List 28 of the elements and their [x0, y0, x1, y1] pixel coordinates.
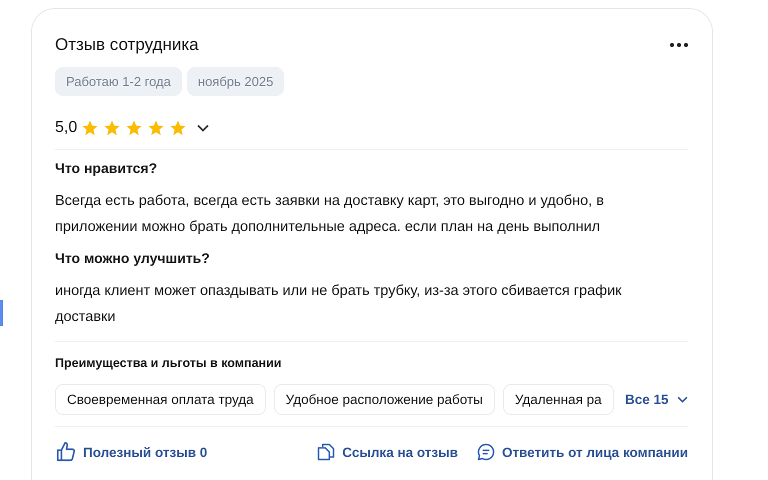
copy-link-button[interactable]: Ссылка на отзыв — [316, 442, 458, 462]
benefit-chip: Своевременная оплата труда — [55, 384, 266, 415]
review-text: Всегда есть работа, всегда есть заявки на доставку карт, это выгодно и удобно, в приложении можно брать дополнительные адреса. если план на день выполнил — [55, 192, 605, 237]
review-title: Отзыв сотрудника — [55, 35, 199, 55]
chat-icon — [476, 442, 496, 462]
edge-marker — [0, 300, 3, 326]
star-icon — [147, 119, 166, 137]
chevron-down-icon[interactable] — [197, 124, 210, 132]
helpful-button[interactable]: Полезный отзыв 0 — [55, 441, 208, 463]
more-icon — [670, 43, 688, 47]
chevron-down-icon — [676, 396, 688, 403]
star-icon — [103, 119, 122, 137]
benefit-chip: Удобное расположение работы — [274, 384, 495, 415]
star-icon — [81, 119, 100, 137]
section-heading: Что можно улучшить? — [55, 250, 211, 266]
copy-icon — [316, 442, 336, 462]
benefits-heading: Преимущества и льготы в компании — [55, 356, 282, 370]
star-icon — [125, 119, 144, 137]
tag: ноябрь 2025 — [186, 67, 284, 96]
reply-button[interactable]: Ответить от лица компании — [476, 442, 688, 462]
review-text: иногда клиент может опаздывать или не брать трубку, из-за этого сбивается график доставки — [55, 282, 623, 327]
rating-value: 5,0 — [55, 119, 78, 137]
benefit-chip: Удаленная ра — [502, 384, 614, 415]
tag: Работаю 1-2 года — [55, 67, 182, 96]
show-all-button[interactable]: Все 15 — [625, 392, 688, 407]
thumbs-up-icon — [55, 441, 77, 463]
section-heading: Что нравится? — [55, 160, 158, 176]
star-icon — [169, 119, 188, 137]
